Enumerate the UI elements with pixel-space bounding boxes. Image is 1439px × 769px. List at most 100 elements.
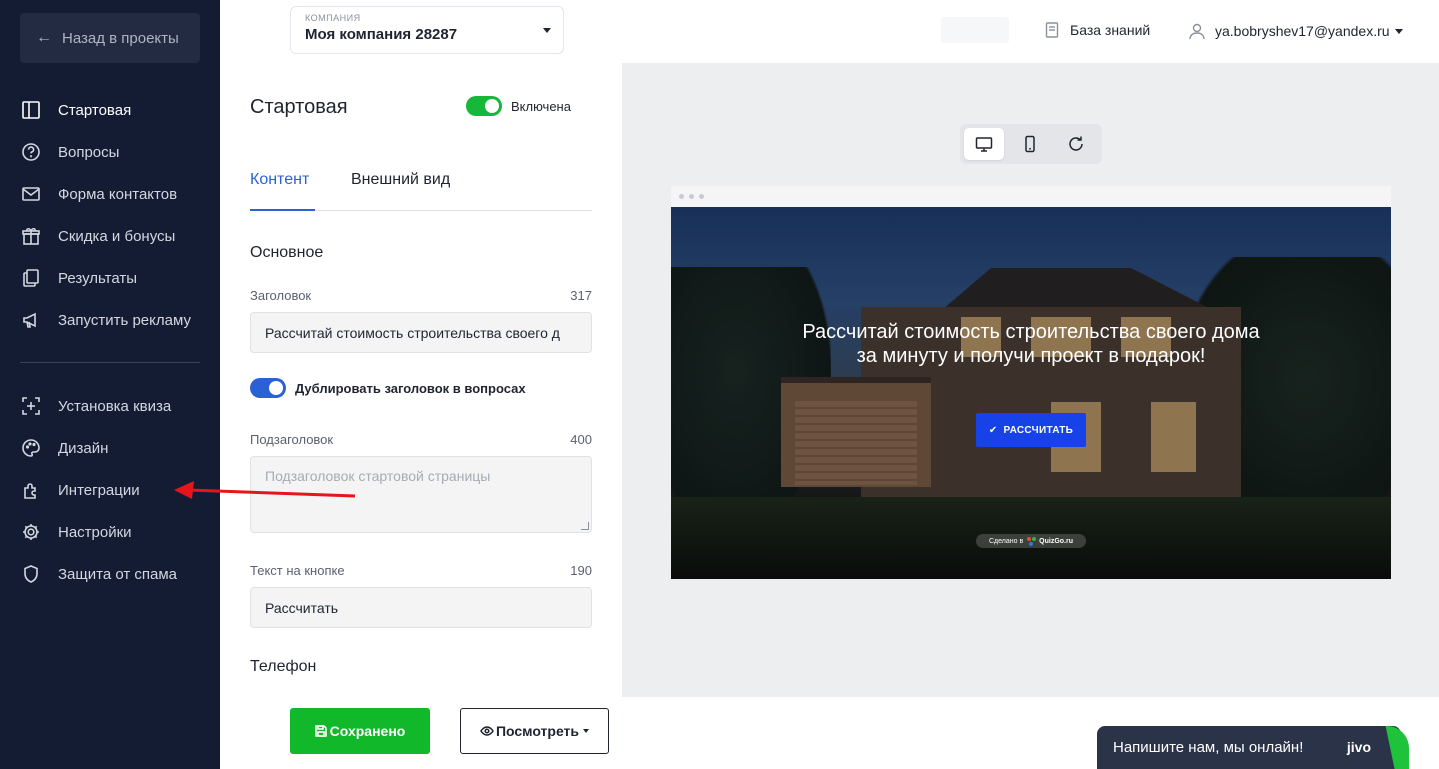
sidebar-nav: Стартовая Вопросы Форма контактов Скидка… xyxy=(20,89,210,595)
button-text-field-label: Текст на кнопке xyxy=(250,563,345,578)
made-by-badge[interactable]: Сделано в QuizGo.ru xyxy=(976,534,1086,548)
device-switcher xyxy=(960,124,1102,164)
sidebar-item-label: Запустить рекламу xyxy=(58,311,191,329)
button-text-input[interactable]: Рассчитать xyxy=(250,587,592,628)
save-button[interactable]: Сохранено xyxy=(290,708,430,754)
sidebar-item-label: Скидка и бонусы xyxy=(58,227,176,245)
button-text-char-count: 190 xyxy=(570,563,592,578)
sidebar: ← Назад в проекты Стартовая Вопросы Форм… xyxy=(0,0,220,769)
preview-area: Рассчитай стоимость строительства своего… xyxy=(622,63,1439,697)
hero-calculate-label: РАССЧИТАТЬ xyxy=(1003,424,1074,436)
window-dot-icon xyxy=(679,194,684,199)
gear-icon xyxy=(20,521,42,543)
sidebar-item-discounts[interactable]: Скидка и бонусы xyxy=(20,215,210,257)
hero-title: Рассчитай стоимость строительства своего… xyxy=(802,321,1260,367)
sidebar-item-results[interactable]: Результаты xyxy=(20,257,210,299)
sidebar-item-label: Интеграции xyxy=(58,481,140,499)
user-icon xyxy=(1189,23,1205,40)
sidebar-item-label: Стартовая xyxy=(58,101,132,119)
chevron-down-icon xyxy=(543,28,551,33)
heading-field-label: Заголовок xyxy=(250,288,312,303)
sidebar-item-label: Установка квиза xyxy=(58,397,172,415)
duplicate-heading-label: Дублировать заголовок в вопросах xyxy=(295,381,526,396)
envelope-icon xyxy=(20,183,42,205)
section-phone-heading: Телефон xyxy=(250,658,317,675)
save-icon xyxy=(314,725,327,737)
preview-label: Посмотреть xyxy=(495,723,580,739)
annotation-arrow-icon xyxy=(174,481,356,499)
sidebar-item-label: Результаты xyxy=(58,269,137,287)
save-label: Сохранено xyxy=(329,723,406,739)
page-title: Стартовая xyxy=(250,96,348,118)
heading-input[interactable]: Рассчитай стоимость строительства своего… xyxy=(250,312,592,353)
company-caption: КОМПАНИЯ xyxy=(305,13,361,23)
results-icon xyxy=(20,267,42,289)
jivo-badge-icon xyxy=(1385,726,1409,769)
sidebar-item-label: Защита от спама xyxy=(58,565,178,583)
palette-icon xyxy=(20,437,42,459)
knowledge-base-label: База знаний xyxy=(1070,22,1151,38)
start-page-icon xyxy=(20,99,42,121)
made-by-brand: QuizGo.ru xyxy=(1039,537,1074,545)
preview-dropdown-button[interactable]: Посмотреть xyxy=(460,708,609,754)
top-blank-button[interactable] xyxy=(941,17,1009,43)
sidebar-item-launch-ads[interactable]: Запустить рекламу xyxy=(20,299,210,341)
mobile-icon xyxy=(1025,135,1035,153)
sidebar-item-install[interactable]: Установка квиза xyxy=(20,385,210,427)
check-icon: ✔ xyxy=(988,424,998,436)
desktop-icon xyxy=(975,137,993,152)
gift-icon xyxy=(20,225,42,247)
company-selector[interactable]: КОМПАНИЯ Моя компания 28287 xyxy=(290,6,564,54)
sidebar-item-spam-protection[interactable]: Защита от спама xyxy=(20,553,210,595)
toggle-knob xyxy=(485,99,499,113)
enabled-label: Включена xyxy=(511,99,571,114)
sidebar-item-label: Вопросы xyxy=(58,143,120,161)
knowledge-base-link[interactable]: База знаний xyxy=(1045,22,1150,38)
sidebar-item-questions[interactable]: Вопросы xyxy=(20,131,210,173)
puzzle-icon xyxy=(20,479,42,501)
subheading-field-label: Подзаголовок xyxy=(250,432,334,447)
tab-content[interactable]: Контент xyxy=(250,171,315,211)
tab-appearance[interactable]: Внешний вид xyxy=(351,171,450,211)
hero-background-image: Рассчитай стоимость строительства своего… xyxy=(671,207,1391,579)
subheading-char-count: 400 xyxy=(570,432,592,447)
chat-widget[interactable]: Напишите нам, мы онлайн! jivo xyxy=(1097,726,1409,769)
browser-bar xyxy=(671,186,1391,207)
user-menu[interactable]: ya.bobryshev17@yandex.ru xyxy=(1188,22,1403,40)
top-bar: КОМПАНИЯ Моя компания 28287 База знаний … xyxy=(220,0,1439,63)
resize-handle-icon[interactable] xyxy=(581,522,589,530)
book-icon xyxy=(1045,22,1059,38)
desktop-view-button[interactable] xyxy=(964,128,1004,160)
jivo-logo: jivo xyxy=(1346,739,1371,755)
refresh-preview-button[interactable] xyxy=(1056,128,1096,160)
sidebar-item-start[interactable]: Стартовая xyxy=(20,89,210,131)
chat-label: Напишите нам, мы онлайн! xyxy=(1113,739,1304,756)
refresh-icon xyxy=(1069,136,1083,151)
duplicate-heading-toggle[interactable] xyxy=(250,378,286,398)
quizgo-logo-icon xyxy=(1027,536,1037,546)
mobile-view-button[interactable] xyxy=(1010,128,1050,160)
back-to-projects-label: Назад в проекты xyxy=(62,29,179,47)
sidebar-item-contact-form[interactable]: Форма контактов xyxy=(20,173,210,215)
user-email: ya.bobryshev17@yandex.ru xyxy=(1215,23,1390,39)
arrow-left-icon: ← xyxy=(36,29,52,46)
window-dot-icon xyxy=(699,194,704,199)
eye-icon xyxy=(480,726,494,736)
hero-calculate-button[interactable]: ✔ РАССЧИТАТЬ xyxy=(976,413,1086,447)
preview-browser-frame: Рассчитай стоимость строительства своего… xyxy=(671,186,1391,579)
sidebar-item-settings[interactable]: Настройки xyxy=(20,511,210,553)
company-name: Моя компания 28287 xyxy=(305,26,458,43)
back-to-projects-button[interactable]: ← Назад в проекты xyxy=(20,13,200,63)
question-circle-icon xyxy=(20,141,42,163)
editor-panel: Стартовая Включена Контент Внешний вид О… xyxy=(220,63,622,697)
window-dot-icon xyxy=(689,194,694,199)
sidebar-item-design[interactable]: Дизайн xyxy=(20,427,210,469)
enabled-toggle[interactable] xyxy=(466,96,502,116)
bottom-bar: Сохранено Посмотреть Напишите нам, мы он… xyxy=(220,697,1439,769)
install-icon xyxy=(20,395,42,417)
sidebar-item-label: Дизайн xyxy=(58,439,109,457)
made-by-label: Сделано в xyxy=(988,537,1024,545)
editor-tabs: Контент Внешний вид xyxy=(250,171,592,211)
chevron-down-icon xyxy=(583,729,590,733)
chevron-down-icon xyxy=(1394,28,1403,34)
